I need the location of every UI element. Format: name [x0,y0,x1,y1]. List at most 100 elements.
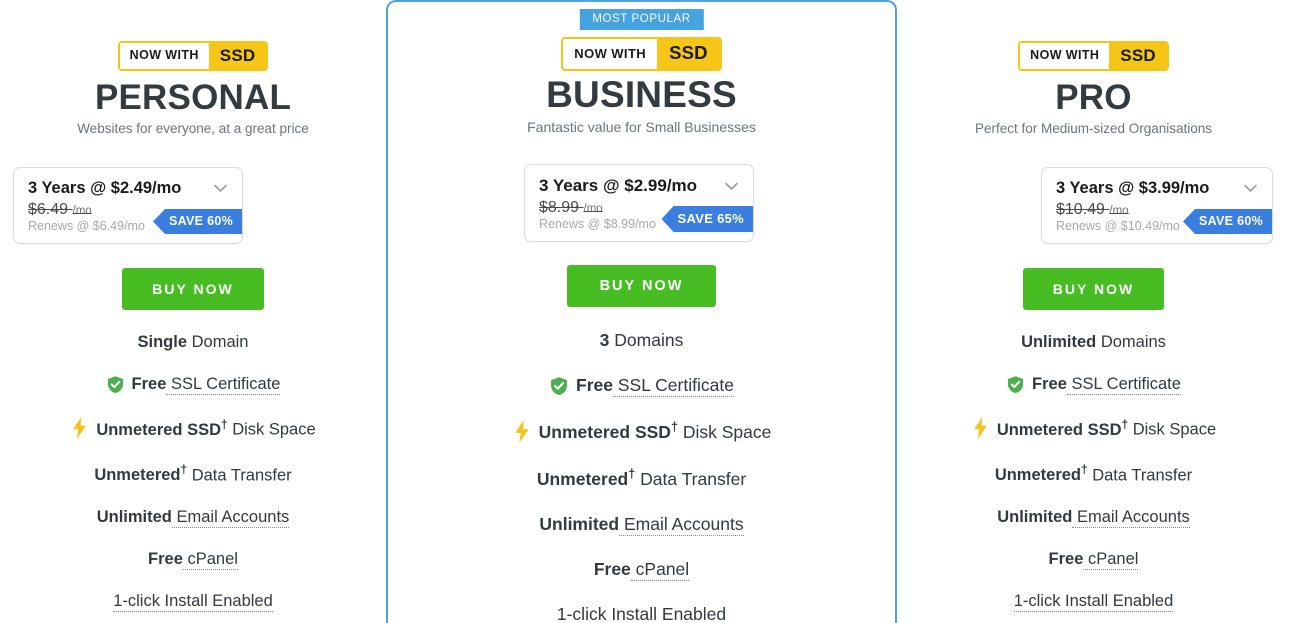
feature-label-strong: Unmetered† [94,462,188,485]
price-original-amount: $6.49 [28,201,69,218]
feature-label-linked[interactable]: Email Accounts [619,513,744,536]
feature-label-linked[interactable]: SSL Certificate [1066,375,1181,395]
feature-list: 3 Domains Free SSL Certificate Unmetered S… [388,330,895,623]
plan-title: BUSINESS [546,74,737,115]
feature-label-strong: Unmetered† [994,462,1088,485]
feature-item: Single Domain [0,333,386,352]
feature-label-rest: Data Transfer [187,466,292,484]
chevron-down-icon[interactable] [725,182,738,191]
feature-label-rest: Domain [187,333,249,351]
feature-label: 3 Domains [600,330,684,351]
ssd-badge: NOW WITH SSD [561,37,722,71]
feature-label-strong: Unmetered SSD† [96,417,228,439]
price-selector-header[interactable]: 3 Years @ $2.49/mo [14,168,242,200]
dagger-marker: † [670,420,678,435]
lightning-bolt-icon [512,420,532,443]
feature-label: 1-click Install Enabled [113,592,273,612]
feature-item: Unmetered SSD† Disk Space [388,420,895,443]
feature-label: Unmetered SSD† Disk Space [539,420,772,443]
feature-label-strong: Free [576,375,614,395]
feature-label: Unmetered† Data Transfer [995,463,1192,486]
feature-label-linked[interactable]: 1-click Install Enabled [1013,592,1174,612]
price-original-unit: /mo [1109,205,1129,217]
ssd-badge: NOW WITH SSD [117,41,269,71]
badge-slot-business: NOW WITH SSD [388,37,895,71]
price-term-label: 3 Years @ $2.99/mo [539,176,698,195]
feature-item: Unlimited Email Accounts [0,508,386,528]
price-selector[interactable]: 3 Years @ $2.99/mo $8.99 /mo Renews @ $8… [524,164,754,242]
feature-label-linked[interactable]: cPanel [630,558,690,581]
feature-label-strong: Unlimited [96,508,172,526]
feature-label-linked[interactable]: Email Accounts [171,508,290,528]
feature-item: Unmetered† Data Transfer [388,467,895,490]
price-selector[interactable]: 3 Years @ $2.49/mo $6.49 /mo Renews @ $6… [13,167,243,244]
feature-label-strong: Unlimited [997,508,1073,526]
ssd-badge: NOW WITH SSD [1018,41,1169,71]
feature-label: Unlimited Email Accounts [997,508,1190,528]
feature-item: 3 Domains [388,330,895,351]
feature-label-rest: Data Transfer [635,468,747,489]
dagger-marker: † [221,417,228,431]
pricing-card-personal: NOW WITH SSD PERSONAL Websites for every… [0,0,386,623]
feature-item: Free SSL Certificate [897,375,1290,395]
badge-slot-personal: NOW WITH SSD [0,41,386,71]
lightning-bolt-icon [70,417,89,440]
feature-label: Free SSL Certificate [1032,375,1181,395]
feature-label-rest: Domains [1096,333,1166,351]
feature-item: Free SSL Certificate [0,375,386,395]
price-selector-header[interactable]: 3 Years @ $2.99/mo [525,165,753,198]
feature-label-linked[interactable]: 1-click Install Enabled [556,603,727,623]
buy-now-button[interactable]: BUY NOW [1022,268,1165,310]
feature-item: Unmetered† Data Transfer [0,463,386,486]
pricing-card-pro: NOW WITH SSD PRO Perfect for Medium-size… [897,0,1290,623]
feature-label-linked[interactable]: Email Accounts [1072,508,1190,528]
feature-label-linked[interactable]: SSL Certificate [613,375,734,397]
feature-label-linked[interactable]: 1-click Install Enabled [113,592,273,612]
buy-now-button[interactable]: BUY NOW [566,265,717,307]
feature-label: Free cPanel [594,558,690,581]
lightning-bolt-icon [971,417,990,440]
feature-label-strong: Free [148,550,183,568]
save-badge: SAVE 60% [152,209,242,234]
feature-label-strong: Unlimited [1021,333,1097,351]
feature-item: Unlimited Email Accounts [897,508,1290,528]
feature-label-linked[interactable]: cPanel [1083,550,1139,570]
buy-slot-personal: BUY NOW [0,268,386,310]
feature-item: Free cPanel [897,550,1290,570]
buy-now-button[interactable]: BUY NOW [122,268,264,310]
feature-label-linked[interactable]: cPanel [182,550,238,570]
dagger-marker: † [1081,462,1088,477]
buy-slot-pro: BUY NOW [897,268,1290,310]
chevron-down-icon[interactable] [1244,184,1257,193]
feature-list: Single Domain Free SSL Certificate Unmeter… [0,333,386,612]
plan-title: PERSONAL [94,78,292,117]
feature-label-strong: Unmetered SSD† [996,417,1129,439]
ssd-badge-prefix: NOW WITH [1020,43,1110,69]
feature-label-strong: Unmetered SSD† [538,420,678,442]
plan-subtitle: Perfect for Medium-sized Organisations [974,121,1213,136]
shield-check-icon [549,376,569,396]
ssd-badge-suffix: SSD [657,39,720,69]
price-term-label: 3 Years @ $2.49/mo [28,179,182,197]
feature-label-linked[interactable]: SSL Certificate [166,375,281,395]
feature-label: 1-click Install Enabled [556,603,727,623]
feature-list: Unlimited Domains Free SSL Certificate Unm… [897,333,1290,612]
feature-item: Free SSL Certificate [388,375,895,397]
feature-label: Unmetered SSD† Disk Space [997,417,1216,440]
feature-label: Free SSL Certificate [132,375,281,395]
feature-item: Unlimited Domains [897,333,1290,352]
feature-label-rest: Data Transfer [1087,466,1193,484]
chevron-down-icon[interactable] [214,184,227,193]
feature-label: Single Domain [138,333,249,352]
feature-label-strong: Unmetered† [536,467,636,489]
most-popular-badge: MOST POPULAR [579,9,704,30]
feature-label: Unlimited Domains [1021,333,1166,352]
price-selector-header[interactable]: 3 Years @ $3.99/mo [1042,168,1272,200]
price-selector[interactable]: 3 Years @ $3.99/mo $10.49 /mo Renews @ $… [1041,167,1273,244]
feature-item: 1-click Install Enabled [897,592,1290,612]
feature-item: 1-click Install Enabled [0,592,386,612]
feature-item: Free cPanel [0,550,386,570]
ssd-badge-suffix: SSD [1109,43,1167,69]
feature-item: Unlimited Email Accounts [388,513,895,536]
feature-label-strong: Free [1048,550,1084,568]
